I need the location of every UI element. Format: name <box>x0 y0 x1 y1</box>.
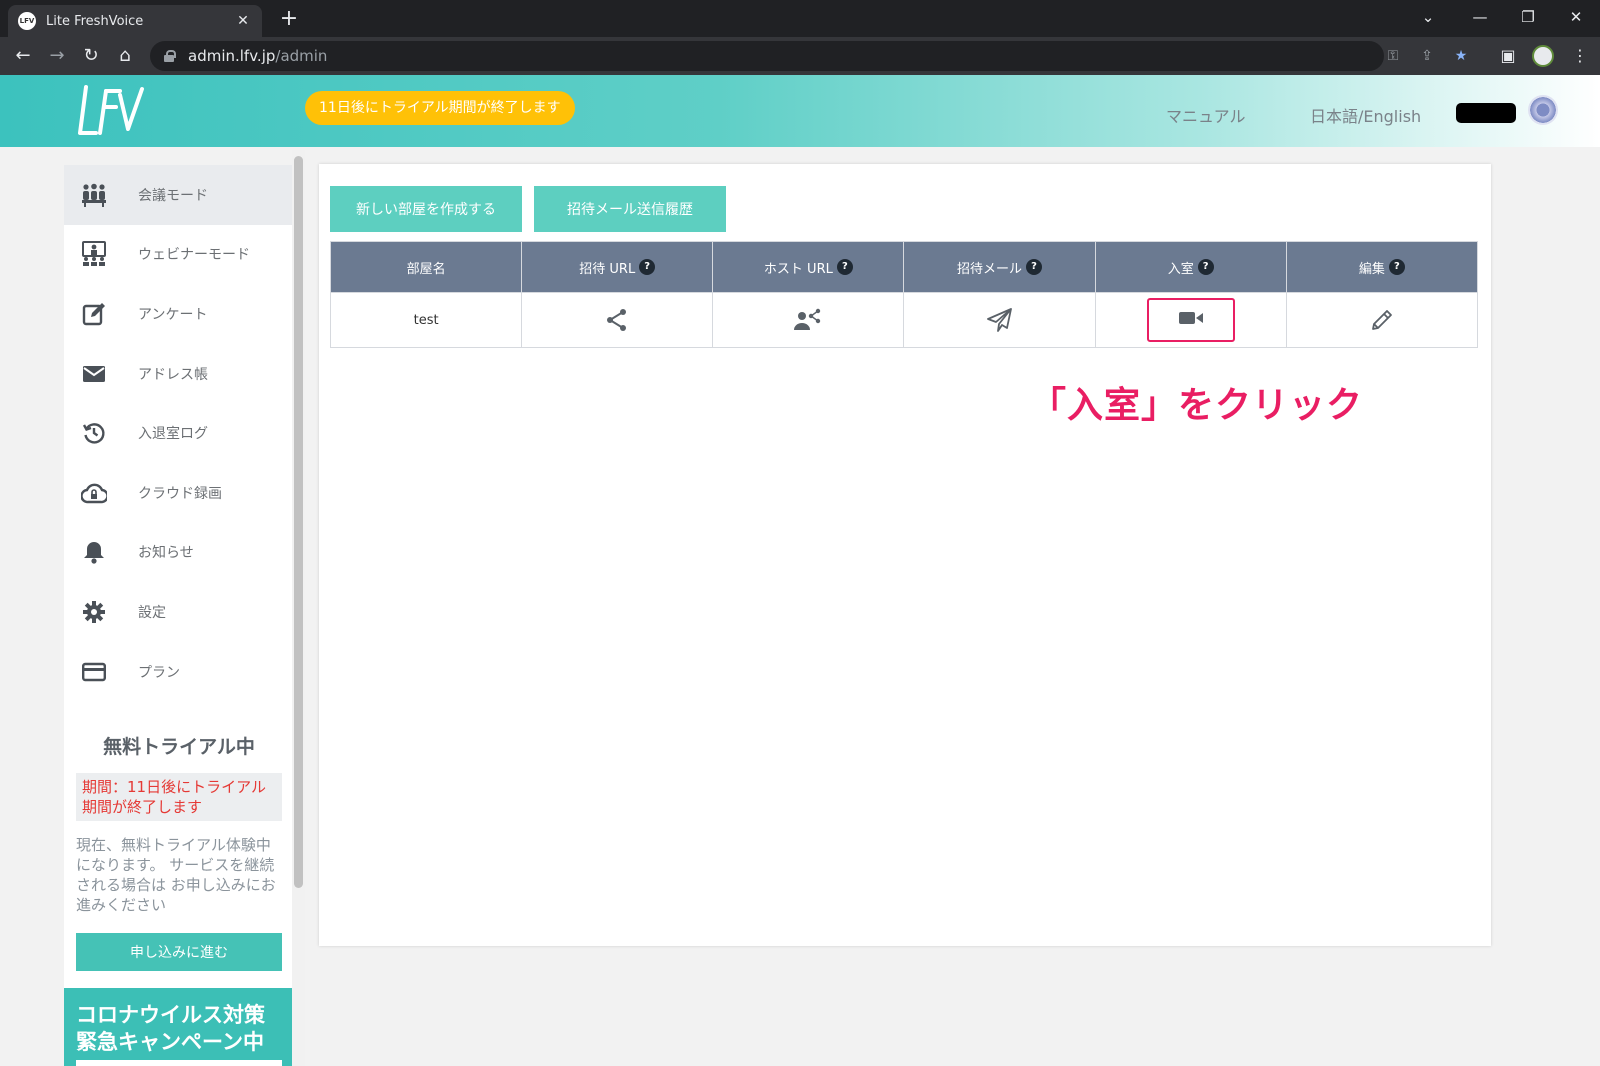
sidebar-item-label: 会議モード <box>138 187 208 204</box>
enter-room-button[interactable] <box>1146 298 1235 342</box>
webinar-icon <box>80 240 108 268</box>
edit-square-icon <box>80 300 108 328</box>
sidebar-item-label: ウェビナーモード <box>138 247 250 264</box>
sidebar-item-meeting-mode[interactable]: 会議モード <box>64 165 294 225</box>
browser-profile-avatar[interactable] <box>1532 45 1554 67</box>
side-panel-icon[interactable]: ▣ <box>1494 42 1522 70</box>
trial-notice-badge: 11日後にトライアル期間が終了します <box>305 91 575 125</box>
credit-card-icon <box>80 658 108 686</box>
browser-tab[interactable]: LFV Lite FreshVoice ✕ <box>8 5 262 37</box>
video-camera-icon <box>1178 310 1204 330</box>
window-close-button[interactable]: ✕ <box>1556 4 1596 30</box>
trial-period: 期間：11日後にトライアル期間が終了します <box>76 773 282 821</box>
sidebar-item-cloud-recording[interactable]: クラウド録画 <box>64 463 294 523</box>
sidebar-item-address-book[interactable]: アドレス帳 <box>64 344 294 404</box>
sidebar-item-label: お知らせ <box>138 545 194 562</box>
user-avatar[interactable] <box>1528 95 1558 125</box>
home-button[interactable]: ⌂ <box>111 42 139 70</box>
sidebar-item-label: アドレス帳 <box>138 366 208 383</box>
trial-title: 無料トライアル中 <box>103 736 255 758</box>
bell-icon <box>80 538 108 566</box>
trial-info-box: 無料トライアル中 期間：11日後にトライアル期間が終了します 現在、無料トライア… <box>64 702 294 971</box>
share-nodes-icon[interactable] <box>601 304 633 336</box>
sidebar-item-label: 入退室ログ <box>138 426 208 443</box>
share-icon[interactable]: ⇪ <box>1416 45 1438 67</box>
sidebar-item-label: プラン <box>138 664 180 681</box>
forward-button[interactable]: → <box>43 42 71 70</box>
restore-button[interactable]: ❐ <box>1508 4 1548 30</box>
col-edit: 編集? <box>1285 241 1479 293</box>
address-bar[interactable]: admin.lfv.jp /admin ⚿ ⇪ ★ <box>150 41 1467 71</box>
rooms-panel: 新しい部屋を作成する 招待メール送信履歴 部屋名 招待 URL? ホスト URL… <box>319 164 1491 946</box>
trial-description: 現在、無料トライアル体験中 になります。 サービスを継続される場合は お申し込み… <box>76 836 276 914</box>
sidebar-item-label: 設定 <box>138 604 166 621</box>
invite-mail-cell <box>903 292 1096 348</box>
mail-icon <box>80 360 108 388</box>
language-switch-link[interactable]: 日本語/English <box>1310 103 1421 127</box>
help-icon[interactable]: ? <box>1197 259 1214 275</box>
table-row: test <box>329 292 1479 348</box>
gear-icon <box>80 598 108 626</box>
campaign-text: コロナウイルス対策緊急キャンペーン中 <box>76 1003 265 1054</box>
paper-plane-icon[interactable] <box>984 304 1016 336</box>
tab-close-icon[interactable]: ✕ <box>234 13 252 29</box>
sidebar-scrollbar[interactable] <box>294 156 303 888</box>
room-name-cell: test <box>329 292 523 348</box>
help-icon[interactable]: ? <box>836 259 853 275</box>
sidebar-item-access-log[interactable]: 入退室ログ <box>64 403 294 463</box>
table-header-row: 部屋名 招待 URL? ホスト URL? 招待メール? 入室? 編集? <box>329 241 1479 293</box>
lock-icon <box>164 50 176 62</box>
tab-title: Lite FreshVoice <box>46 13 144 29</box>
room-table: 部屋名 招待 URL? ホスト URL? 招待メール? 入室? 編集? test <box>329 241 1479 348</box>
url-path: /admin <box>275 47 328 65</box>
lfv-favicon-icon: LFV <box>18 12 36 30</box>
browser-menu-icon[interactable]: ⋮ <box>1566 42 1594 70</box>
minimize-button[interactable]: — <box>1460 4 1500 30</box>
sidebar-item-label: クラウド録画 <box>138 485 222 502</box>
meeting-people-icon <box>80 181 108 209</box>
invite-url-cell <box>521 292 714 348</box>
host-url-cell <box>712 292 905 348</box>
app-header: 11日後にトライアル期間が終了します マニュアル 日本語/English <box>0 75 1600 147</box>
col-host-url: ホスト URL? <box>712 241 905 293</box>
apply-button[interactable]: 申し込みに進む <box>76 933 282 971</box>
tab-list-icon[interactable]: ⌄ <box>1408 4 1448 30</box>
sidebar-item-webinar-mode[interactable]: ウェビナーモード <box>64 225 294 285</box>
instruction-annotation: 「入室」をクリック <box>1030 385 1364 426</box>
history-icon <box>80 419 108 447</box>
col-room-name: 部屋名 <box>329 241 523 293</box>
key-icon[interactable]: ⚿ <box>1382 45 1404 67</box>
url-host: admin.lfv.jp <box>188 47 276 65</box>
lfv-logo[interactable] <box>76 83 146 139</box>
help-icon[interactable]: ? <box>1026 259 1043 275</box>
back-button[interactable]: ← <box>9 42 37 70</box>
browser-toolbar: ← → ↻ ⌂ admin.lfv.jp /admin ⚿ ⇪ ★ ▣ ⋮ <box>0 37 1600 75</box>
sidebar-item-survey[interactable]: アンケート <box>64 284 294 344</box>
bookmark-star-icon[interactable]: ★ <box>1450 45 1472 67</box>
host-share-icon[interactable] <box>792 304 824 336</box>
browser-tab-bar: LFV Lite FreshVoice ✕ + ⌄ — ❐ ✕ <box>0 0 1600 37</box>
sidebar-item-notices[interactable]: お知らせ <box>64 523 294 583</box>
new-tab-button[interactable]: + <box>276 6 302 32</box>
campaign-banner[interactable]: コロナウイルス対策緊急キャンペーン中 <box>64 988 294 1066</box>
sidebar-item-label: アンケート <box>138 306 208 323</box>
help-icon[interactable]: ? <box>639 259 656 275</box>
sidebar-item-plan[interactable]: プラン <box>64 642 294 702</box>
cloud-lock-icon <box>80 479 108 507</box>
help-icon[interactable]: ? <box>1388 259 1405 275</box>
edit-cell <box>1285 292 1479 348</box>
manual-link[interactable]: マニュアル <box>1166 103 1246 127</box>
pencil-icon[interactable] <box>1366 304 1398 336</box>
col-invite-url: 招待 URL? <box>521 241 714 293</box>
invite-history-button[interactable]: 招待メール送信履歴 <box>534 186 726 232</box>
col-enter: 入室? <box>1094 241 1287 293</box>
reload-button[interactable]: ↻ <box>77 42 105 70</box>
sidebar-item-settings[interactable]: 設定 <box>64 582 294 642</box>
enter-cell <box>1094 292 1287 348</box>
campaign-button-strip <box>76 1060 282 1066</box>
col-invite-mail: 招待メール? <box>903 241 1096 293</box>
user-name-redacted[interactable] <box>1456 103 1516 123</box>
create-room-button[interactable]: 新しい部屋を作成する <box>330 186 522 232</box>
